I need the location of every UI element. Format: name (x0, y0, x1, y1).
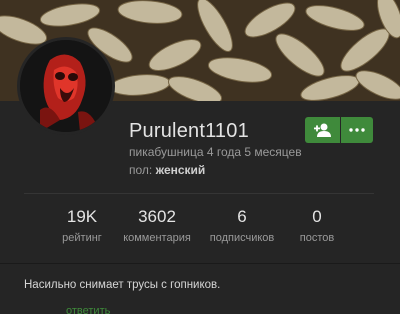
add-user-icon (313, 123, 331, 137)
stat-rating-label: рейтинг (62, 232, 102, 244)
member-since-text: пикабушница 4 года 5 месяцев (129, 145, 302, 159)
stat-subscribers-label: подписчиков (209, 232, 275, 244)
follow-button[interactable] (305, 117, 340, 143)
profile-about-text: Насильно снимает трусы с гопников. (24, 279, 221, 291)
more-dots-icon (349, 128, 365, 132)
stat-subscribers[interactable]: 6 подписчиков (202, 207, 282, 244)
gender-line: пол: женский (129, 163, 205, 177)
more-options-button[interactable] (341, 117, 373, 143)
gender-value: женский (155, 163, 206, 177)
avatar[interactable] (17, 37, 115, 135)
stat-comments-label: комментария (123, 232, 191, 244)
divider (24, 193, 374, 194)
stat-comments[interactable]: 3602 комментария (117, 207, 197, 244)
stat-posts-label: постов (299, 232, 335, 244)
stat-subscribers-value: 6 (237, 207, 247, 226)
gender-label: пол: (129, 163, 153, 177)
stat-rating: 19K рейтинг (47, 207, 117, 244)
username: Purulent1101 (129, 120, 249, 142)
stat-rating-value: 19K (66, 207, 98, 226)
stat-comments-value: 3602 (138, 207, 176, 226)
reply-link[interactable]: ответить (66, 305, 110, 314)
stat-posts[interactable]: 0 постов (287, 207, 347, 244)
profile-page: Purulent1101 пикабушница 4 года 5 месяце… (0, 0, 400, 314)
section-divider (0, 263, 400, 264)
stat-posts-value: 0 (312, 207, 322, 226)
profile-stats: 19K рейтинг 3602 комментария 6 подписчик… (47, 207, 353, 251)
